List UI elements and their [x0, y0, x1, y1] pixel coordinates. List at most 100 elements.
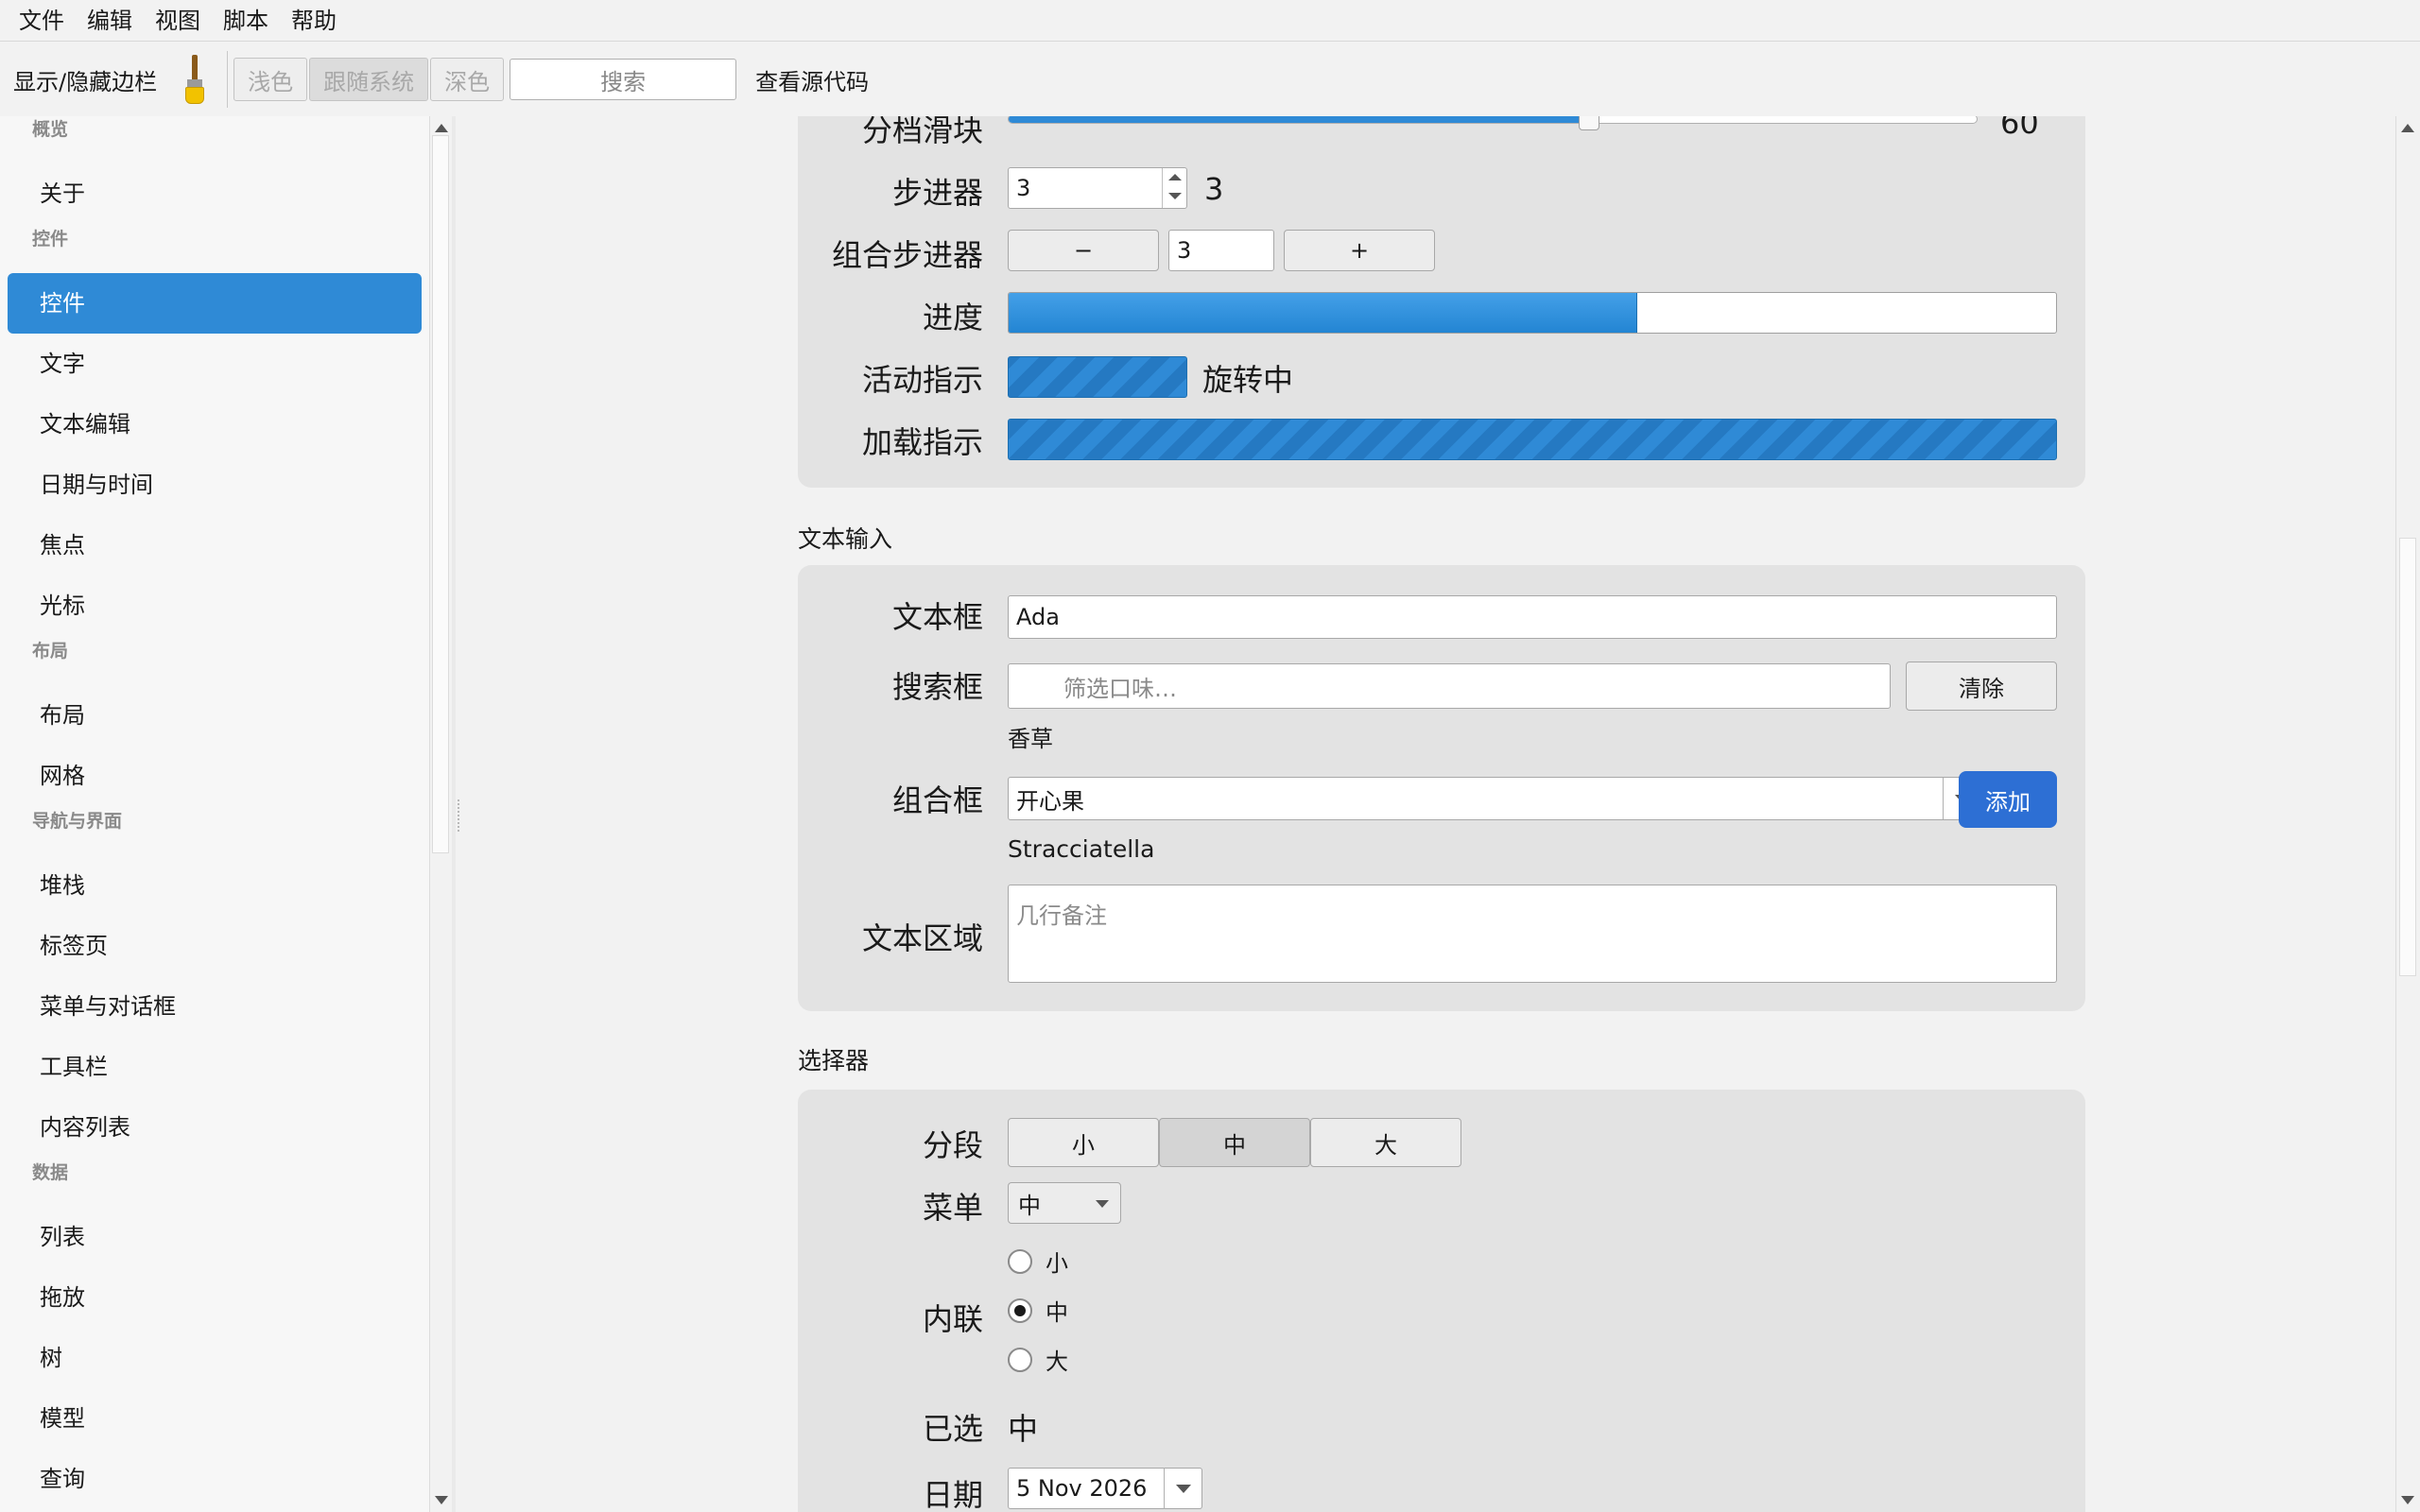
sidebar-item-cursor[interactable]: 光标	[8, 576, 422, 636]
sidebar-item-layout[interactable]: 布局	[8, 685, 422, 746]
loading-indicator	[1008, 419, 2057, 460]
menu-bar: 文件 编辑 视图 脚本 帮助	[0, 0, 2420, 42]
menu-edit[interactable]: 编辑	[76, 0, 144, 42]
sidebar-item-model[interactable]: 模型	[8, 1388, 422, 1449]
sidebar-item-stack[interactable]: 堆栈	[8, 855, 422, 916]
menu-file[interactable]: 文件	[8, 0, 76, 42]
textbox-value: Ada	[1016, 604, 1060, 630]
add-button[interactable]: 添加	[1959, 771, 2057, 828]
menu-help[interactable]: 帮助	[280, 0, 348, 42]
toggle-sidebar-button[interactable]: 显示/隐藏边栏	[13, 63, 157, 96]
date-picker[interactable]: 5 Nov 2026	[1008, 1468, 1202, 1509]
segment-small[interactable]: 小	[1008, 1118, 1159, 1167]
textbox-label: 文本框	[891, 599, 983, 635]
radio-button[interactable]	[1008, 1347, 1032, 1372]
combo-box-input[interactable]: 开心果	[1008, 777, 1981, 820]
menu-script[interactable]: 脚本	[212, 0, 280, 42]
stepper-input[interactable]: 3	[1008, 167, 1187, 209]
stepped-slider[interactable]	[1008, 116, 1978, 130]
splitter-grip-icon[interactable]	[458, 799, 459, 832]
inline-option-medium-label: 中	[1046, 1299, 1068, 1326]
text-area[interactable]: 几行备注	[1008, 885, 2057, 983]
sidebar-section-navigation: 导航与界面	[32, 811, 123, 832]
view-source-button[interactable]: 查看源代码	[755, 63, 869, 96]
inline-label: 内联	[922, 1301, 983, 1337]
stepper-label: 步进器	[891, 175, 983, 211]
inline-option-medium[interactable]: 中	[1008, 1294, 1068, 1327]
scroll-down-arrow-icon[interactable]	[2401, 1496, 2414, 1504]
inline-option-small[interactable]: 小	[1008, 1245, 1068, 1278]
sidebar-section-controls: 控件	[32, 229, 69, 249]
textbox-input[interactable]: Ada	[1008, 595, 2057, 639]
sidebar-item-controls[interactable]: 控件	[8, 273, 422, 334]
scroll-up-arrow-icon[interactable]	[2401, 124, 2414, 132]
scroll-up-arrow-icon[interactable]	[435, 124, 448, 132]
inline-option-large[interactable]: 大	[1008, 1343, 1068, 1376]
radio-button[interactable]	[1008, 1248, 1032, 1274]
radio-button-selected[interactable]	[1008, 1297, 1032, 1323]
combo-stepper-minus-button[interactable]: −	[1008, 230, 1159, 271]
selectors-group-title: 选择器	[798, 1047, 870, 1074]
segment-medium[interactable]: 中	[1159, 1118, 1310, 1167]
progress-label: 进度	[922, 300, 983, 335]
sidebar-item-list[interactable]: 列表	[8, 1207, 422, 1267]
segment-large[interactable]: 大	[1310, 1118, 1461, 1167]
main-scrollbar[interactable]	[2395, 116, 2420, 1512]
inline-option-large-label: 大	[1046, 1349, 1068, 1375]
combo-stepper-plus-button[interactable]: +	[1284, 230, 1435, 271]
date-dropdown-button[interactable]	[1164, 1468, 1201, 1509]
sidebar-item-tree[interactable]: 树	[8, 1328, 422, 1388]
sidebar-scroll-thumb[interactable]	[432, 135, 449, 853]
toolbar-search-input[interactable]: 搜索	[510, 59, 737, 100]
sidebar-item-tabs[interactable]: 标签页	[8, 916, 422, 976]
scroll-down-arrow-icon[interactable]	[435, 1496, 448, 1504]
stepped-slider-fill	[1009, 116, 1590, 123]
sidebar-item-toolbar[interactable]: 工具栏	[8, 1037, 422, 1097]
main-scroll-thumb[interactable]	[2399, 538, 2416, 976]
chevron-down-icon	[1096, 1200, 1109, 1208]
combo-stepper-label: 组合步进器	[831, 237, 983, 273]
theme-dark-button[interactable]: 深色	[430, 58, 505, 101]
segment-label: 分段	[922, 1127, 983, 1163]
theme-segmented-control: 浅色 跟随系统 深色	[233, 58, 506, 101]
menu-view[interactable]: 视图	[144, 0, 212, 42]
sidebar-item-text[interactable]: 文字	[8, 334, 422, 394]
sidebar-item-drag-drop[interactable]: 拖放	[8, 1267, 422, 1328]
sidebar-item-about[interactable]: 关于	[8, 163, 422, 224]
combo-stepper-input[interactable]: 3	[1168, 230, 1274, 271]
text-area-placeholder: 几行备注	[1016, 902, 1107, 929]
sidebar-scrollbar[interactable]	[429, 116, 452, 1512]
selectors-card: 分段 小 中 大 菜单 中 内联 小 中 大 已选 中 日期 5 Nov 202…	[798, 1090, 2085, 1512]
theme-system-button[interactable]: 跟随系统	[309, 58, 429, 101]
loading-indicator-label: 加载指示	[861, 424, 983, 460]
sidebar-item-text-edit[interactable]: 文本编辑	[8, 394, 422, 455]
text-input-group-title: 文本输入	[798, 525, 893, 553]
search-result-text: 香草	[1008, 726, 1053, 752]
sidebar-section-overview: 概览	[32, 119, 69, 140]
theme-light-button[interactable]: 浅色	[233, 58, 308, 101]
sidebar: 概览 关于 控件 控件 文字 文本编辑 日期与时间 焦点 光标 布局 布局 网格…	[0, 116, 429, 1512]
sidebar-item-focus[interactable]: 焦点	[8, 515, 422, 576]
combo-result-text: Stracciatella	[1008, 835, 1155, 863]
stepped-slider-thumb[interactable]	[1579, 116, 1600, 130]
sidebar-splitter[interactable]	[452, 116, 456, 1512]
stepped-slider-label: 分档滑块	[861, 116, 983, 148]
sidebar-item-query[interactable]: 查询	[8, 1449, 422, 1509]
toolbar-separator	[227, 51, 229, 108]
clear-button[interactable]: 清除	[1906, 662, 2057, 711]
paintbrush-icon[interactable]	[176, 53, 214, 106]
stepper-readout: 3	[1204, 171, 1224, 207]
sidebar-item-date-time[interactable]: 日期与时间	[8, 455, 422, 515]
menu-select[interactable]: 中	[1008, 1182, 1121, 1224]
sidebar-item-menus-dialogs[interactable]: 菜单与对话框	[8, 976, 422, 1037]
main-content: 分档滑块 60 步进器 3 3 组合步进器 − 3 + 进度 活动指示 旋转中 …	[463, 116, 2395, 1512]
activity-indicator-text: 旋转中	[1202, 362, 1294, 398]
stepper-up-arrow-icon[interactable]	[1168, 174, 1182, 180]
sidebar-item-grid[interactable]: 网格	[8, 746, 422, 806]
selected-label: 已选	[922, 1411, 983, 1447]
stepper-down-arrow-icon[interactable]	[1168, 193, 1182, 199]
stepper-spin-buttons[interactable]	[1162, 168, 1186, 208]
sidebar-item-content-list[interactable]: 内容列表	[8, 1097, 422, 1158]
search-box-input[interactable]: 筛选口味…	[1008, 663, 1891, 709]
search-box-placeholder: 筛选口味…	[1063, 675, 1177, 702]
